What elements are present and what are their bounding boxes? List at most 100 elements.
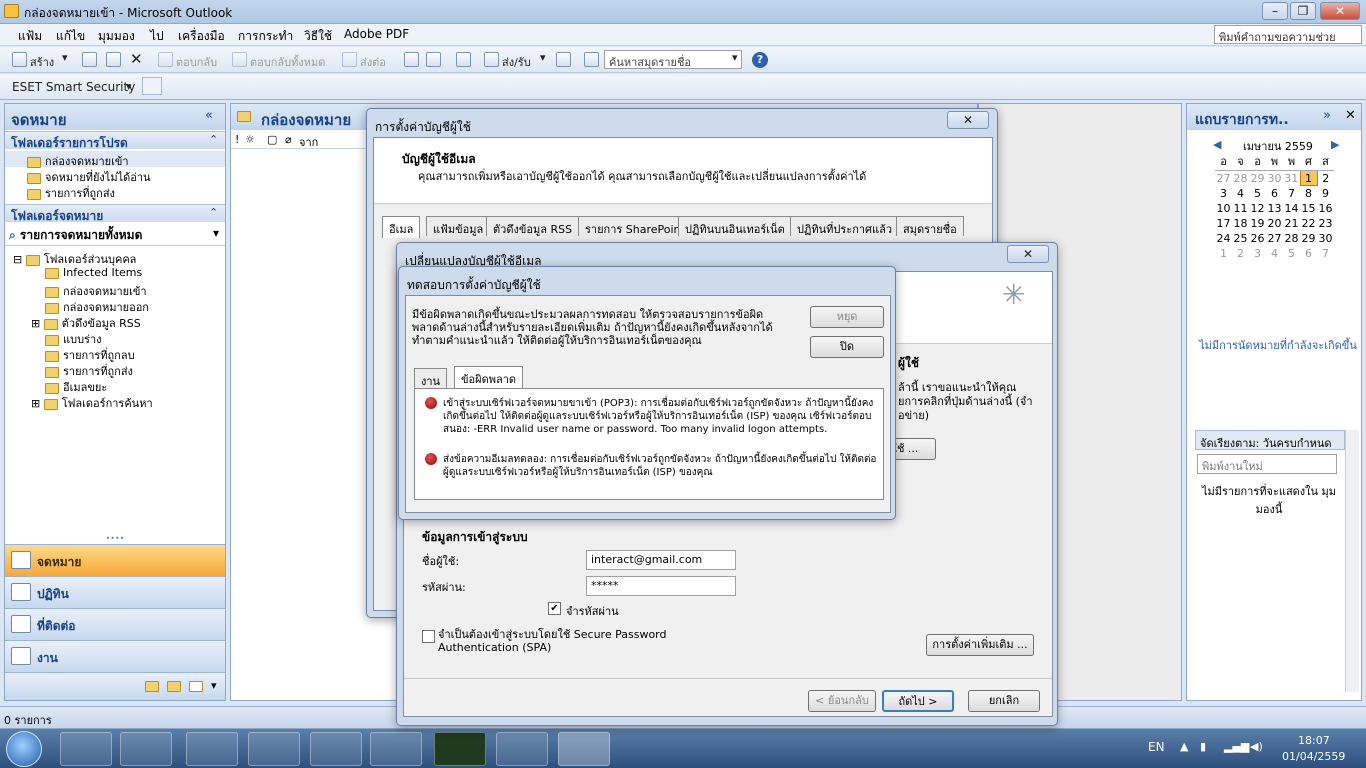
eset-dropdown-icon[interactable]: ▾ <box>126 80 132 93</box>
signal-icon[interactable]: ▂▄▆ <box>1224 740 1249 753</box>
help-search-input[interactable]: พิมพ์คำถามขอความช่วยเหลือ <box>1214 25 1362 62</box>
calendar-day[interactable]: 4 <box>1266 246 1283 261</box>
outlook-taskbar-icon[interactable] <box>558 732 610 766</box>
volume-icon[interactable]: ◀) <box>1250 740 1263 753</box>
reminder-column-icon[interactable]: ☼ <box>245 133 255 146</box>
folder-item[interactable]: ⊞ โฟลเดอร์การค้นหา <box>31 394 153 410</box>
address-book-icon[interactable] <box>584 52 599 67</box>
folder-item[interactable]: กล่องจดหมายเข้า <box>45 282 147 298</box>
favorites-header[interactable]: โฟลเดอร์รายการโปรด <box>5 131 225 150</box>
calendar-day[interactable]: 1 <box>1299 170 1318 186</box>
calendar-day[interactable]: 18 <box>1232 216 1249 231</box>
tab-data-files[interactable]: แฟ้มข้อมูล <box>426 216 491 236</box>
tool-taskbar-icon[interactable] <box>496 732 548 766</box>
menu-adobe-pdf[interactable]: Adobe PDF <box>344 27 409 41</box>
prev-month-icon[interactable]: ◀ <box>1213 138 1221 151</box>
calendar-day[interactable]: 9 <box>1317 186 1334 201</box>
maximize-button[interactable]: ❐ <box>1290 2 1316 20</box>
favorite-inbox[interactable]: กล่องจดหมายเข้า <box>5 151 225 168</box>
calendar-day[interactable]: 6 <box>1300 246 1317 261</box>
send-receive-dropdown-icon[interactable]: ▾ <box>540 51 546 64</box>
calendar-day[interactable]: 5 <box>1249 186 1266 201</box>
search-contacts-input[interactable]: ค้นหาสมุดรายชื่อ <box>604 50 742 69</box>
calendar-day[interactable]: 15 <box>1300 201 1317 216</box>
categorize-icon[interactable] <box>404 52 419 67</box>
tray-arrow-icon[interactable]: ▲ <box>1180 740 1188 753</box>
cancel-button[interactable]: ยกเลิก <box>968 690 1040 712</box>
organize-icon[interactable] <box>456 52 471 67</box>
new-task-input[interactable]: พิมพ์งานใหม่ <box>1197 454 1337 474</box>
delete-icon[interactable]: ✕ <box>130 50 143 68</box>
importance-column-icon[interactable]: ! <box>235 133 239 146</box>
rules-icon[interactable] <box>556 52 571 67</box>
menu-actions[interactable]: การกระทำ <box>238 27 293 46</box>
folder-item[interactable]: รายการที่ถูกส่ง <box>45 362 133 378</box>
calendar-day[interactable]: 31 <box>1283 171 1300 186</box>
eset-menu[interactable]: ESET Smart Security <box>12 80 135 94</box>
eset-button[interactable] <box>142 77 162 95</box>
calendar-day[interactable]: 30 <box>1317 231 1334 246</box>
icon-column-icon[interactable]: ▢ <box>267 133 277 146</box>
calendar-day[interactable]: 29 <box>1300 231 1317 246</box>
calendar-day[interactable]: 27 <box>1266 231 1283 246</box>
from-column[interactable]: จาก <box>299 133 318 151</box>
tasks-scrollbar[interactable] <box>1345 430 1359 692</box>
favorite-unread[interactable]: จดหมายที่ยังไม่ได้อ่าน <box>27 168 151 184</box>
all-mail-dropdown[interactable]: ⌕ รายการจดหมายทั้งหมด ▾ <box>9 226 223 244</box>
calendar-day[interactable]: 16 <box>1317 201 1334 216</box>
calendar-day[interactable]: 11 <box>1232 201 1249 216</box>
more-settings-button[interactable]: การตั้งค่าเพิ่มเติม ... <box>926 634 1034 656</box>
stop-button[interactable]: หยุด <box>810 306 884 328</box>
help-icon[interactable]: ? <box>752 52 768 68</box>
reply-all-button[interactable]: ตอบกลับทั้งหมด <box>250 53 325 71</box>
calendar-day[interactable]: 30 <box>1266 171 1283 186</box>
next-month-icon[interactable]: ▶ <box>1331 138 1339 151</box>
calendar-day[interactable]: 27 <box>1215 171 1232 186</box>
minimize-button[interactable]: – <box>1262 2 1288 20</box>
folder-item[interactable]: Infected Items <box>45 266 142 282</box>
attachment-column-icon[interactable]: ⌀ <box>285 133 292 146</box>
explorer-taskbar-icon[interactable] <box>60 732 112 766</box>
calendar-day[interactable]: 28 <box>1283 231 1300 246</box>
tab-sharepoint[interactable]: รายการ SharePoint <box>578 216 692 236</box>
control-panel-taskbar-icon[interactable] <box>370 732 422 766</box>
configure-buttons-icon[interactable]: ▾ <box>211 679 217 692</box>
tab-errors[interactable]: ข้อผิดพลาด <box>454 366 524 388</box>
password-input[interactable]: ***** <box>586 576 736 596</box>
calendar-day[interactable]: 3 <box>1215 186 1232 201</box>
calendar-day[interactable]: 1 <box>1215 246 1232 261</box>
shortcuts-icon[interactable] <box>189 681 203 692</box>
chrome-taskbar-icon[interactable] <box>186 732 238 766</box>
folder-item[interactable]: กล่องจดหมายออก <box>45 298 149 314</box>
favorite-sent[interactable]: รายการที่ถูกส่ง <box>27 184 115 200</box>
back-button[interactable]: < ย้อนกลับ <box>808 690 876 712</box>
menu-edit[interactable]: แก้ไข <box>56 27 85 46</box>
collapse-nav-icon[interactable]: « <box>205 108 213 123</box>
send-receive-button[interactable]: ส่ง/รับ <box>502 53 531 71</box>
reply-button[interactable]: ตอบกลับ <box>176 53 217 71</box>
menu-file[interactable]: แฟ้ม <box>18 27 42 46</box>
folder-item[interactable]: อีเมลขยะ <box>45 378 107 394</box>
calendar-day[interactable]: 6 <box>1266 186 1283 201</box>
personal-folders[interactable]: ⊟ โฟลเดอร์ส่วนบุคคล <box>13 250 136 266</box>
folder-item[interactable]: แบบร่าง <box>45 330 102 346</box>
calendar-day[interactable]: 22 <box>1300 216 1317 231</box>
menu-tools[interactable]: เครื่องมือ <box>178 27 225 46</box>
print-icon[interactable] <box>82 52 97 67</box>
calendar-day[interactable]: 2 <box>1232 246 1249 261</box>
calendar-day[interactable]: 12 <box>1249 201 1266 216</box>
tab-address-books[interactable]: สมุดรายชื่อ <box>896 216 964 236</box>
network-icon[interactable]: ▮ <box>1200 740 1206 753</box>
calendar-day[interactable]: 29 <box>1249 171 1266 186</box>
user-name-input[interactable]: interact@gmail.com <box>586 550 736 570</box>
tab-published-calendars[interactable]: ปฏิทินที่ประกาศแล้ว <box>790 216 900 236</box>
tab-email[interactable]: อีเมล <box>382 216 421 238</box>
calendar-day[interactable]: 7 <box>1317 246 1334 261</box>
nav-button-mail[interactable]: จดหมาย <box>5 544 225 576</box>
expand-todo-icon[interactable]: » <box>1323 108 1331 123</box>
favorites-collapse-icon[interactable]: ⌃ <box>209 133 218 146</box>
flag-icon[interactable] <box>426 52 441 67</box>
menu-help[interactable]: วิธีใช้ <box>304 27 332 46</box>
calendar-day[interactable]: 5 <box>1283 246 1300 261</box>
nav-button-contacts[interactable]: ที่ติดต่อ <box>5 608 225 640</box>
